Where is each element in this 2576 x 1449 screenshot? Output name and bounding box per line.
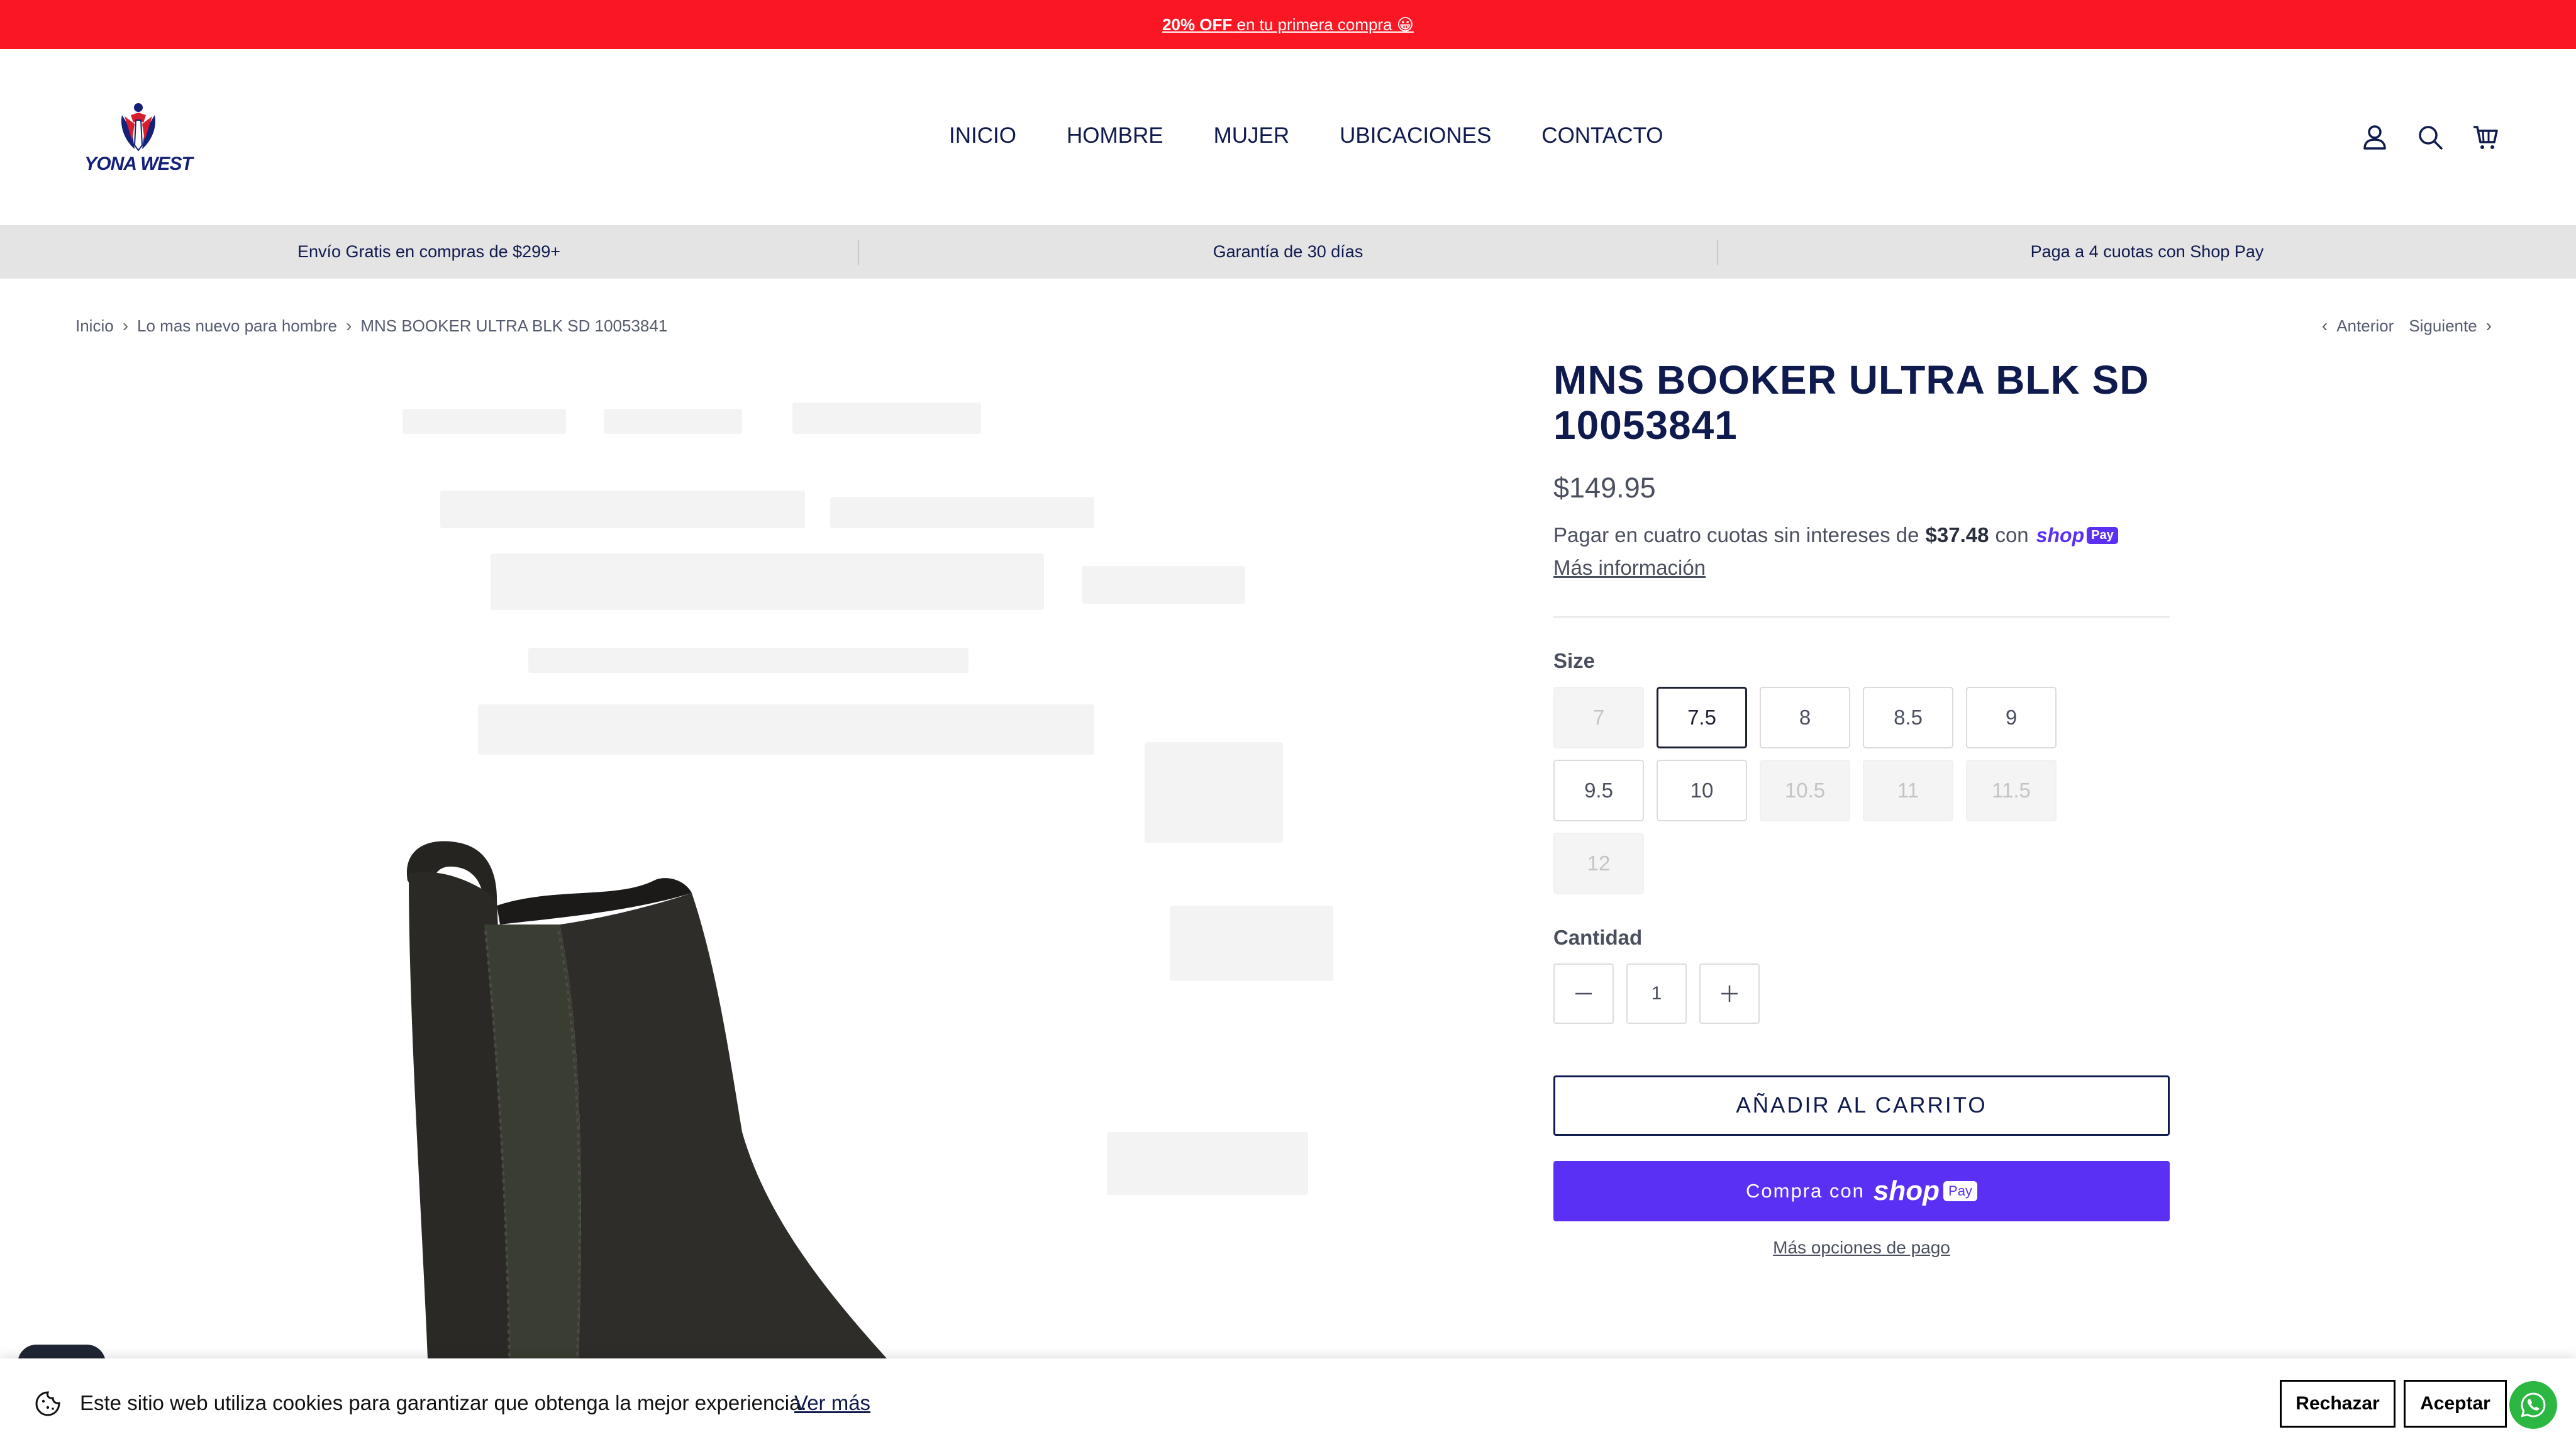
- cookie-more-link[interactable]: Ver más: [794, 1391, 870, 1415]
- breadcrumb-home[interactable]: Inicio: [75, 316, 114, 336]
- logo-text: YONA WEST: [84, 153, 193, 174]
- announcement-link[interactable]: 20% OFF en tu primera compra 😀: [1162, 15, 1414, 35]
- plus-icon: [1721, 985, 1738, 1002]
- installment-amount: $37.48: [1925, 523, 1989, 547]
- product-price: $149.95: [1553, 472, 1656, 504]
- prev-product-link[interactable]: Anterior: [2336, 316, 2394, 336]
- size-option[interactable]: 9: [1966, 687, 2057, 748]
- image-watermark-block: [402, 409, 566, 434]
- nav-ubicaciones[interactable]: UBICACIONES: [1340, 123, 1491, 148]
- breadcrumb-current: MNS BOOKER ULTRA BLK SD 10053841: [360, 316, 668, 335]
- shoppay-logo: shop Pay: [2036, 524, 2118, 547]
- nav-mujer[interactable]: MUJER: [1214, 123, 1290, 148]
- chevron-right-icon: ›: [2485, 316, 2492, 335]
- size-option[interactable]: 11.5: [1966, 760, 2057, 821]
- breadcrumb-collection[interactable]: Lo mas nuevo para hombre: [137, 316, 337, 336]
- search-icon[interactable]: [2415, 122, 2445, 152]
- usp-free-shipping: Envío Gratis en compras de $299+: [297, 242, 560, 261]
- image-watermark-block: [491, 553, 1044, 610]
- minus-icon: [1575, 992, 1592, 995]
- more-payment-options-link[interactable]: Más opciones de pago: [1553, 1238, 2170, 1258]
- shoppay-badge: Pay: [2087, 526, 2118, 544]
- more-info-link[interactable]: Más información: [1553, 556, 1706, 580]
- quantity-input[interactable]: 1: [1626, 963, 1687, 1024]
- size-option[interactable]: 9.5: [1553, 760, 1644, 821]
- accept-cookies-button[interactable]: Aceptar: [2404, 1380, 2507, 1428]
- nav-inicio[interactable]: INICIO: [949, 123, 1016, 148]
- shoppay-button[interactable]: Compra con shop Pay: [1553, 1161, 2170, 1221]
- size-option[interactable]: 8: [1760, 687, 1850, 748]
- logo-emblem-icon: [121, 103, 156, 152]
- cookie-message: Este sitio web utiliza cookies para gara…: [80, 1391, 807, 1414]
- shoppay-installments: Pagar en cuatro cuotas sin intereses de …: [1553, 523, 2170, 547]
- cookie-banner: Este sitio web utiliza cookies para gara…: [0, 1358, 2576, 1449]
- cookie-icon: [35, 1391, 60, 1416]
- announcement-bar: 20% OFF en tu primera compra 😀: [0, 0, 2576, 49]
- size-option[interactable]: 8.5: [1863, 687, 1953, 748]
- size-label: Size: [1553, 649, 1596, 672]
- shoppay-button-brand: shop: [1873, 1175, 1940, 1206]
- quantity-decrease-button[interactable]: [1553, 963, 1614, 1024]
- header-icons: [2360, 122, 2501, 152]
- image-watermark-block: [528, 648, 969, 673]
- usp-shoppay: Paga a 4 cuotas con Shop Pay: [2030, 242, 2264, 261]
- nav-hombre[interactable]: HOMBRE: [1067, 123, 1163, 148]
- image-watermark-block: [1082, 566, 1245, 604]
- chevron-left-icon: ‹: [2321, 316, 2328, 335]
- size-option[interactable]: 12: [1553, 833, 1644, 894]
- main-nav: INICIO HOMBRE MUJER UBICACIONES CONTACTO: [949, 123, 1713, 148]
- announcement-text: en tu primera compra 😀: [1232, 14, 1414, 34]
- account-icon[interactable]: [2360, 122, 2390, 152]
- product-image[interactable]: [390, 352, 1497, 1358]
- announcement-highlight: 20% OFF: [1162, 14, 1233, 34]
- image-watermark-block: [792, 402, 981, 434]
- size-option[interactable]: 11: [1863, 760, 1953, 821]
- divider: [1553, 616, 2170, 618]
- site-header: YONA WEST INICIO HOMBRE MUJER UBICACIONE…: [0, 49, 2576, 225]
- shoppay-button-label: Compra con: [1746, 1180, 1865, 1202]
- quantity-stepper: 1: [1553, 963, 2170, 1024]
- add-to-cart-button[interactable]: AÑADIR AL CARRITO: [1553, 1075, 2170, 1136]
- chevron-right-icon: ›: [346, 316, 352, 335]
- brand-logo[interactable]: YONA WEST: [75, 98, 201, 180]
- size-option[interactable]: 10.5: [1760, 760, 1850, 821]
- quantity-label: Cantidad: [1553, 926, 1643, 949]
- whatsapp-button[interactable]: [2509, 1381, 2557, 1429]
- quantity-increase-button[interactable]: [1699, 963, 1760, 1024]
- nav-contacto[interactable]: CONTACTO: [1541, 123, 1663, 148]
- image-watermark-block: [1145, 742, 1283, 843]
- size-options: 7 7.5 8 8.5 9 9.5 10 10.5 11 11.5 12: [1553, 687, 2170, 906]
- installments-suffix: con: [1995, 523, 2029, 547]
- product-title: MNS BOOKER ULTRA BLK SD 10053841: [1553, 357, 2150, 448]
- reject-cookies-button[interactable]: Rechazar: [2280, 1380, 2396, 1428]
- breadcrumb: Inicio › Lo mas nuevo para hombre › MNS …: [75, 316, 667, 336]
- image-watermark-block: [604, 409, 742, 434]
- next-product-link[interactable]: Siguiente: [2409, 316, 2477, 336]
- boot-photo: [406, 841, 887, 1358]
- product-pager: ‹ Anterior Siguiente ›: [2313, 316, 2501, 336]
- shoppay-brand: shop: [2036, 523, 2085, 547]
- whatsapp-icon: [2521, 1392, 2546, 1418]
- shoppay-button-badge: Pay: [1943, 1181, 1977, 1201]
- usp-warranty: Garantía de 30 días: [1213, 242, 1363, 261]
- product-info: MNS BOOKER ULTRA BLK SD 10053841 $149.95…: [1553, 357, 2170, 1258]
- image-watermark-block: [830, 497, 1094, 528]
- installments-text: Pagar en cuatro cuotas sin intereses de: [1553, 523, 1919, 547]
- size-option[interactable]: 7.5: [1657, 687, 1747, 748]
- chevron-right-icon: ›: [122, 316, 129, 335]
- usp-bar: Envío Gratis en compras de $299+ Garantí…: [0, 225, 2576, 279]
- cart-icon[interactable]: [2470, 122, 2501, 152]
- image-watermark-block: [478, 704, 1094, 755]
- image-watermark-block: [440, 491, 805, 528]
- size-option[interactable]: 10: [1657, 760, 1747, 821]
- image-watermark-block: [1170, 906, 1333, 981]
- size-option[interactable]: 7: [1553, 687, 1644, 748]
